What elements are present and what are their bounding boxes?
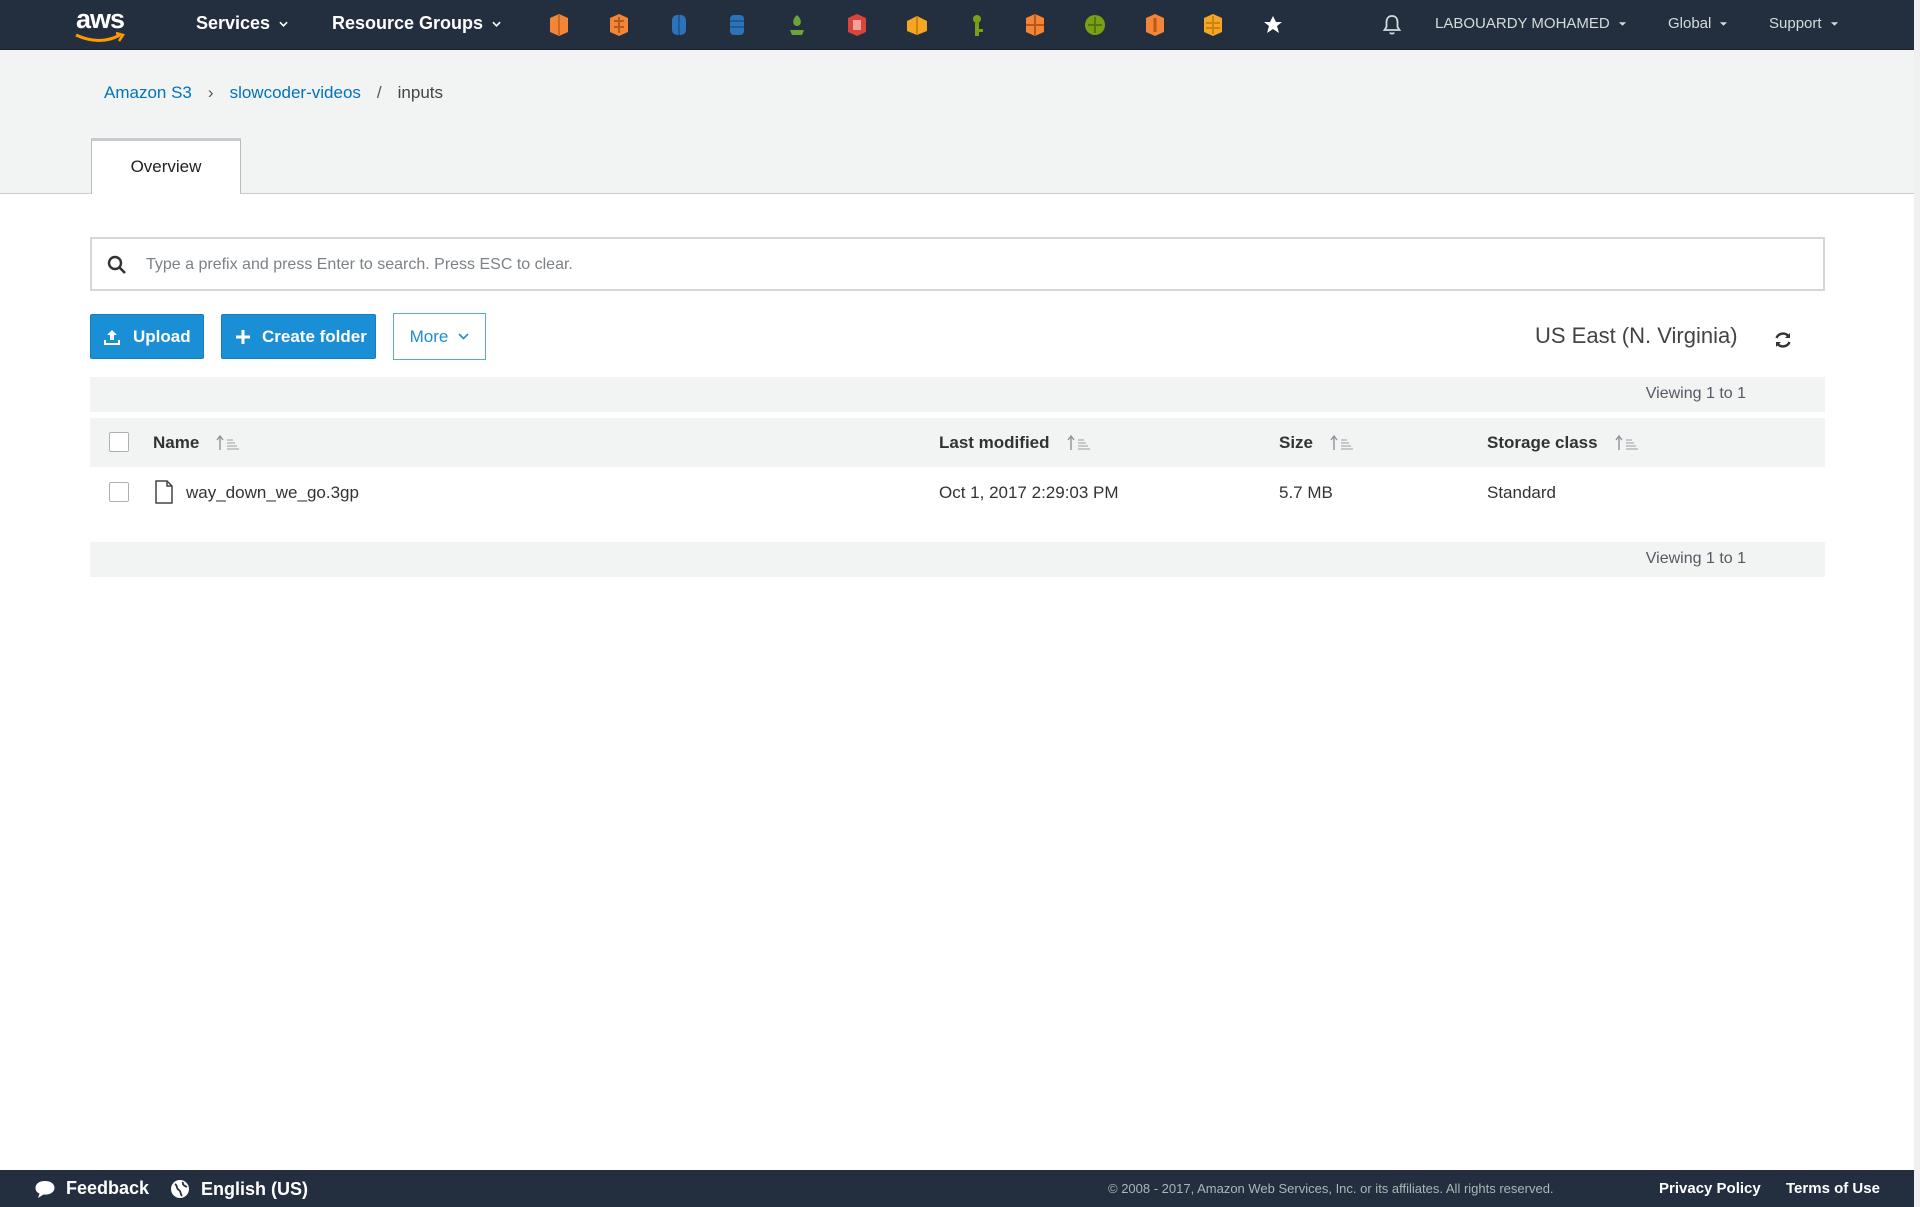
aws-logo[interactable]: aws	[70, 4, 132, 44]
bell-icon[interactable]	[1380, 13, 1404, 37]
services-label: Services	[196, 13, 271, 33]
table-row[interactable]: way_down_we_go.3gp Oct 1, 2017 2:29:03 P…	[90, 467, 1825, 517]
object-storage-class: Standard	[1487, 483, 1556, 502]
pagination-bar-top: Viewing 1 to 1	[90, 377, 1825, 412]
column-last-modified-label: Last modified	[939, 433, 1050, 452]
feedback-button[interactable]: Feedback	[34, 1178, 149, 1199]
language-label: English (US)	[201, 1178, 308, 1199]
plus-icon	[236, 329, 250, 344]
aws-logo-text: aws	[76, 4, 125, 34]
window-scrollbar[interactable]	[1914, 0, 1920, 1207]
sort-icon[interactable]	[1614, 434, 1642, 452]
table-header: Name Last modified Size Storage class	[90, 418, 1825, 468]
search-input[interactable]	[144, 245, 1808, 285]
shortcut-dynamodb-icon[interactable]	[724, 12, 750, 38]
column-size-label: Size	[1279, 433, 1314, 452]
resource-groups-menu[interactable]: Resource Groups	[332, 13, 501, 34]
prefix-search	[90, 237, 1825, 291]
row-checkbox[interactable]	[109, 482, 129, 502]
privacy-policy-link[interactable]: Privacy Policy	[1659, 1180, 1761, 1197]
sort-icon[interactable]	[1066, 434, 1094, 452]
shortcut-elb-icon[interactable]	[1142, 12, 1168, 38]
globe-icon	[171, 1180, 189, 1198]
top-navigation-bar: aws Services Resource Groups LABOUARDY M…	[0, 0, 1920, 50]
select-all-checkbox[interactable]	[109, 432, 129, 452]
shortcut-s3-icon[interactable]	[904, 12, 930, 38]
copyright-notice: © 2008 - 2017, Amazon Web Services, Inc.…	[1108, 1181, 1554, 1196]
shortcut-database-icon[interactable]	[666, 12, 692, 38]
shortcut-ecs-icon[interactable]	[1022, 12, 1048, 38]
tab-overview-label: Overview	[130, 157, 202, 176]
caret-down-icon	[1830, 21, 1838, 26]
console-footer: Feedback English (US) © 2008 - 2017, Ama…	[0, 1170, 1914, 1207]
object-name[interactable]: way_down_we_go.3gp	[186, 483, 359, 503]
support-label: Support	[1769, 15, 1822, 32]
region-menu[interactable]: Global	[1668, 15, 1728, 32]
chevron-down-icon	[458, 333, 469, 340]
breadcrumb-chevron-icon: ›	[207, 83, 214, 102]
breadcrumb-amazon-s3[interactable]: Amazon S3	[104, 83, 192, 103]
chevron-down-icon	[492, 21, 501, 27]
upload-button[interactable]: Upload	[90, 314, 204, 359]
column-last-modified-header[interactable]: Last modified	[939, 433, 1094, 453]
language-selector[interactable]: English (US)	[169, 1178, 308, 1200]
account-menu[interactable]: LABOUARDY MOHAMED	[1435, 15, 1627, 32]
terms-of-use-link[interactable]: Terms of Use	[1786, 1180, 1880, 1197]
column-storage-class-header[interactable]: Storage class	[1487, 433, 1642, 453]
column-size-header[interactable]: Size	[1279, 433, 1357, 453]
tab-overview[interactable]: Overview	[91, 138, 241, 195]
viewing-count: Viewing 1 to 1	[1645, 550, 1746, 567]
more-actions-button[interactable]: More	[393, 313, 486, 360]
caret-down-icon	[1618, 21, 1626, 26]
object-size: 5.7 MB	[1279, 483, 1333, 502]
viewing-count: Viewing 1 to 1	[1645, 385, 1746, 402]
object-last-modified: Oct 1, 2017 2:29:03 PM	[939, 483, 1119, 502]
services-menu[interactable]: Services	[196, 13, 288, 34]
refresh-icon[interactable]	[1772, 329, 1794, 351]
region-menu-label: Global	[1668, 15, 1712, 32]
upload-icon	[104, 329, 120, 345]
page-header: Amazon S3 › slowcoder-videos / inputs Ov…	[0, 50, 1914, 195]
breadcrumb-slash-separator: /	[376, 83, 382, 102]
pagination-bar-bottom: Viewing 1 to 1	[90, 542, 1825, 577]
shortcut-beanstalk-icon[interactable]	[784, 12, 810, 38]
shortcut-sns-icon[interactable]	[1200, 12, 1226, 38]
shortcut-cloudwatch-icon[interactable]	[1082, 12, 1108, 38]
upload-label: Upload	[133, 326, 191, 346]
aws-smile-icon	[75, 32, 125, 42]
shortcut-cloudformation-icon[interactable]	[844, 12, 870, 38]
column-name-header[interactable]: Name	[153, 433, 243, 453]
shortcut-iam-icon[interactable]	[964, 12, 990, 38]
sort-icon[interactable]	[215, 434, 243, 452]
account-label: LABOUARDY MOHAMED	[1435, 15, 1610, 32]
breadcrumb-current-folder: inputs	[397, 83, 444, 102]
bucket-region-label: US East (N. Virginia)	[1535, 323, 1738, 348]
create-folder-button[interactable]: Create folder	[221, 314, 376, 359]
shortcut-lambda-icon[interactable]	[606, 12, 632, 38]
resource-groups-label: Resource Groups	[332, 13, 484, 33]
more-label: More	[409, 326, 449, 346]
column-storage-class-label: Storage class	[1487, 433, 1598, 452]
caret-down-icon	[1720, 21, 1728, 26]
pin-icon[interactable]	[1260, 12, 1286, 38]
shortcut-ec2-icon[interactable]	[546, 12, 572, 38]
file-icon	[155, 480, 173, 504]
breadcrumb-bucket[interactable]: slowcoder-videos	[230, 83, 361, 103]
breadcrumb: Amazon S3 › slowcoder-videos / inputs	[104, 83, 443, 103]
search-icon	[107, 255, 126, 274]
column-name-label: Name	[153, 433, 200, 452]
feedback-label: Feedback	[66, 1178, 150, 1198]
speech-bubble-icon	[35, 1180, 55, 1198]
sort-icon[interactable]	[1329, 434, 1357, 452]
create-folder-label: Create folder	[262, 326, 367, 346]
chevron-down-icon	[279, 21, 288, 27]
support-menu[interactable]: Support	[1769, 15, 1839, 32]
